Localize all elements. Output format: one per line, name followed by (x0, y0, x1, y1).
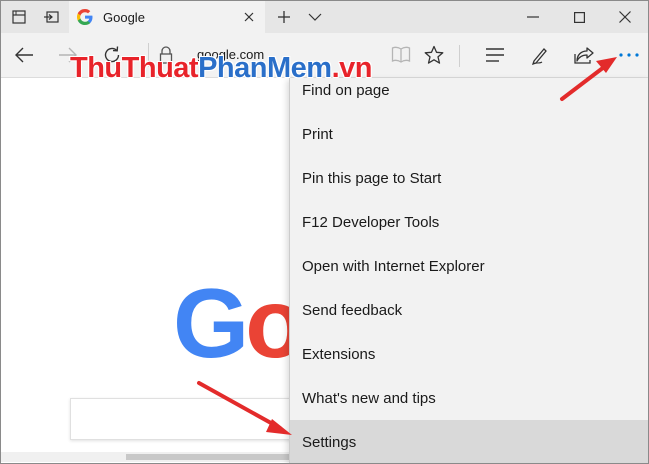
logo-letter-g: G (173, 268, 249, 378)
new-tab-icon[interactable] (272, 1, 296, 33)
title-bar: Google (1, 1, 648, 33)
toolbar-separator (459, 45, 460, 67)
menu-item-label: Open with Internet Explorer (302, 257, 485, 275)
back-icon[interactable] (8, 39, 40, 71)
horizontal-scrollbar[interactable] (1, 452, 301, 462)
menu-item-extensions[interactable]: Extensions (290, 332, 648, 376)
close-tab-icon[interactable] (241, 9, 257, 25)
menu-item-open-with-ie[interactable]: Open with Internet Explorer (290, 244, 648, 288)
reading-view-icon[interactable] (385, 39, 417, 71)
menu-item-label: Pin this page to Start (302, 169, 442, 187)
scrollbar-thumb[interactable] (126, 454, 296, 460)
watermark-part-3: .vn (331, 52, 373, 84)
minimize-icon[interactable] (510, 1, 556, 33)
menu-item-label: F12 Developer Tools (302, 213, 440, 231)
close-window-icon[interactable] (602, 1, 648, 33)
watermark-part-1: ThuThuat (70, 52, 199, 84)
menu-item-whats-new[interactable]: What's new and tips (290, 376, 648, 420)
menu-item-print[interactable]: Print (290, 112, 648, 156)
favorite-star-icon[interactable] (418, 39, 450, 71)
tabs-aside-icon[interactable] (3, 1, 35, 33)
watermark-part-2: PhanMem (198, 52, 332, 84)
menu-item-settings[interactable]: Settings (290, 420, 648, 463)
maximize-icon[interactable] (556, 1, 602, 33)
tab-google[interactable]: Google (69, 1, 265, 33)
tab-preview-icon[interactable] (35, 1, 67, 33)
chevron-down-icon[interactable] (303, 1, 327, 33)
menu-item-label: Print (302, 125, 333, 143)
web-note-icon[interactable] (524, 39, 556, 71)
tab-title: Google (103, 9, 145, 25)
watermark-logo: ThuThuatPhanMem.vn (70, 52, 372, 85)
hub-icon[interactable] (479, 39, 511, 71)
menu-item-label: Send feedback (302, 301, 403, 319)
menu-item-label: Settings (302, 433, 357, 451)
google-favicon-icon (77, 9, 93, 25)
menu-item-developer-tools[interactable]: F12 Developer Tools (290, 200, 648, 244)
menu-item-send-feedback[interactable]: Send feedback (290, 288, 648, 332)
more-icon[interactable] (613, 39, 645, 71)
menu-item-label: Extensions (302, 345, 376, 363)
share-icon[interactable] (568, 39, 600, 71)
more-actions-menu: Find on page Print Pin this page to Star… (289, 78, 648, 463)
menu-item-pin-to-start[interactable]: Pin this page to Start (290, 156, 648, 200)
menu-item-label: What's new and tips (302, 389, 436, 407)
